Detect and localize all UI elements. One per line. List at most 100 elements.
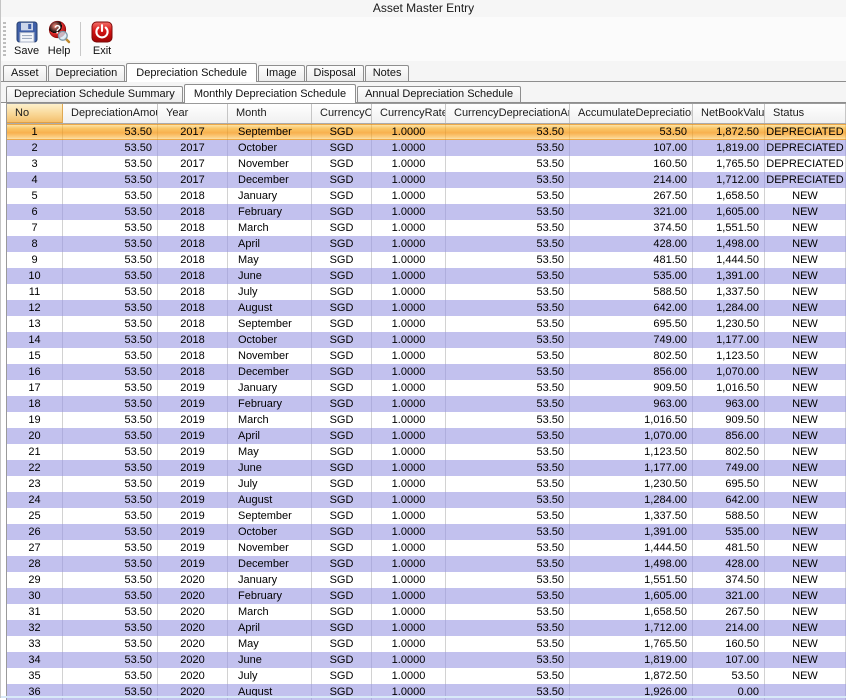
column-header-status[interactable]: Status [765,104,846,123]
table-row[interactable]: 2853.502019DecemberSGD1.000053.501,498.0… [7,556,846,572]
table-row[interactable]: 1853.502019FebruarySGD1.000053.50963.009… [7,396,846,412]
cell-no: 31 [7,604,63,620]
cell-currencydepreciationamount: 53.50 [446,124,570,140]
save-button[interactable]: Save [10,19,43,58]
tab-image[interactable]: Image [258,65,305,81]
cell-netbookvalue: 267.50 [693,604,765,620]
tab-depreciation[interactable]: Depreciation [48,65,126,81]
table-row[interactable]: 3153.502020MarchSGD1.000053.501,658.5026… [7,604,846,620]
column-header-month[interactable]: Month [228,104,312,123]
column-header-accumulatedepreciation[interactable]: AccumulateDepreciation [570,104,693,123]
table-row[interactable]: 3453.502020JuneSGD1.000053.501,819.00107… [7,652,846,668]
table-row[interactable]: 1653.502018DecemberSGD1.000053.50856.001… [7,364,846,380]
table-row[interactable]: 1053.502018JuneSGD1.000053.50535.001,391… [7,268,846,284]
cell-depreciationamount: 53.50 [63,524,158,540]
table-row[interactable]: 1753.502019JanuarySGD1.000053.50909.501,… [7,380,846,396]
column-header-currencycode[interactable]: CurrencyCode [312,104,372,123]
tab-notes[interactable]: Notes [365,65,410,81]
column-header-currencydepreciationamount[interactable]: CurrencyDepreciationAmount [446,104,570,123]
table-row[interactable]: 453.502017DecemberSGD1.000053.50214.001,… [7,172,846,188]
title-bar[interactable]: Asset Master Entry [1,0,846,17]
cell-year: 2018 [158,364,228,380]
tab-depreciation-schedule[interactable]: Depreciation Schedule [126,63,257,82]
cell-status: NEW [765,460,846,476]
cell-currencydepreciationamount: 53.50 [446,140,570,156]
table-row[interactable]: 1453.502018OctoberSGD1.000053.50749.001,… [7,332,846,348]
table-row[interactable]: 2453.502019AugustSGD1.000053.501,284.006… [7,492,846,508]
cell-currencyrate: 1.0000 [372,572,446,588]
cell-currencydepreciationamount: 53.50 [446,380,570,396]
help-button[interactable]: ? Help [43,19,75,58]
tab-monthly-depreciation-schedule[interactable]: Monthly Depreciation Schedule [184,84,356,103]
table-row[interactable]: 1153.502018JulySGD1.000053.50588.501,337… [7,284,846,300]
cell-netbookvalue: 1,765.50 [693,156,765,172]
column-header-netbookvalue[interactable]: NetBookValue [693,104,765,123]
table-row[interactable]: 553.502018JanuarySGD1.000053.50267.501,6… [7,188,846,204]
table-row[interactable]: 953.502018MaySGD1.000053.50481.501,444.5… [7,252,846,268]
tab-asset[interactable]: Asset [3,65,47,81]
cell-status: NEW [765,668,846,684]
table-row[interactable]: 153.502017SeptemberSGD1.000053.5053.501,… [7,124,846,140]
table-row[interactable]: 353.502017NovemberSGD1.000053.50160.501,… [7,156,846,172]
cell-month: September [228,508,312,524]
cell-depreciationamount: 53.50 [63,556,158,572]
table-row[interactable]: 1353.502018SeptemberSGD1.000053.50695.50… [7,316,846,332]
column-header-no[interactable]: No [7,104,63,123]
exit-button[interactable]: Exit [86,19,118,58]
cell-accumulatedepreciation: 1,819.00 [570,652,693,668]
cell-year: 2020 [158,572,228,588]
table-row[interactable]: 2953.502020JanuarySGD1.000053.501,551.50… [7,572,846,588]
tab-depreciation-schedule-summary[interactable]: Depreciation Schedule Summary [6,86,183,102]
help-icon: ? [47,20,71,44]
cell-currencyrate: 1.0000 [372,396,446,412]
cell-depreciationamount: 53.50 [63,236,158,252]
cell-status: NEW [765,620,846,636]
table-row[interactable]: 3253.502020AprilSGD1.000053.501,712.0021… [7,620,846,636]
cell-accumulatedepreciation: 642.00 [570,300,693,316]
cell-month: March [228,220,312,236]
table-row[interactable]: 3553.502020JulySGD1.000053.501,872.5053.… [7,668,846,684]
cell-accumulatedepreciation: 856.00 [570,364,693,380]
cell-year: 2019 [158,396,228,412]
column-header-currencyrate[interactable]: CurrencyRate [372,104,446,123]
table-row[interactable]: 2053.502019AprilSGD1.000053.501,070.0085… [7,428,846,444]
table-row[interactable]: 2353.502019JulySGD1.000053.501,230.50695… [7,476,846,492]
table-row[interactable]: 2653.502019OctoberSGD1.000053.501,391.00… [7,524,846,540]
cell-netbookvalue: 588.50 [693,508,765,524]
cell-month: February [228,396,312,412]
table-row[interactable]: 2553.502019SeptemberSGD1.000053.501,337.… [7,508,846,524]
table-row[interactable]: 753.502018MarchSGD1.000053.50374.501,551… [7,220,846,236]
table-row[interactable]: 253.502017OctoberSGD1.000053.50107.001,8… [7,140,846,156]
cell-status: NEW [765,588,846,604]
cell-status: NEW [765,444,846,460]
table-row[interactable]: 3353.502020MaySGD1.000053.501,765.50160.… [7,636,846,652]
cell-depreciationamount: 53.50 [63,396,158,412]
cell-status: NEW [765,492,846,508]
cell-currencycode: SGD [312,220,372,236]
toolbar-grip[interactable] [3,22,6,56]
tab-annual-depreciation-schedule[interactable]: Annual Depreciation Schedule [357,86,521,102]
column-header-year[interactable]: Year [158,104,228,123]
table-row[interactable]: 2153.502019MaySGD1.000053.501,123.50802.… [7,444,846,460]
cell-accumulatedepreciation: 588.50 [570,284,693,300]
cell-accumulatedepreciation: 535.00 [570,268,693,284]
table-row[interactable]: 1953.502019MarchSGD1.000053.501,016.5090… [7,412,846,428]
table-row[interactable]: 1253.502018AugustSGD1.000053.50642.001,2… [7,300,846,316]
tab-disposal[interactable]: Disposal [306,65,364,81]
cell-accumulatedepreciation: 1,551.50 [570,572,693,588]
cell-currencydepreciationamount: 53.50 [446,364,570,380]
cell-accumulatedepreciation: 963.00 [570,396,693,412]
table-row[interactable]: 3053.502020FebruarySGD1.000053.501,605.0… [7,588,846,604]
cell-depreciationamount: 53.50 [63,300,158,316]
column-header-depreciationamount[interactable]: DepreciationAmount [63,104,158,123]
table-row[interactable]: 1553.502018NovemberSGD1.000053.50802.501… [7,348,846,364]
table-row[interactable]: 2753.502019NovemberSGD1.000053.501,444.5… [7,540,846,556]
cell-currencydepreciationamount: 53.50 [446,524,570,540]
cell-depreciationamount: 53.50 [63,348,158,364]
power-icon [90,20,114,44]
cell-month: July [228,476,312,492]
table-row[interactable]: 2253.502019JuneSGD1.000053.501,177.00749… [7,460,846,476]
cell-year: 2019 [158,460,228,476]
table-row[interactable]: 653.502018FebruarySGD1.000053.50321.001,… [7,204,846,220]
table-row[interactable]: 853.502018AprilSGD1.000053.50428.001,498… [7,236,846,252]
